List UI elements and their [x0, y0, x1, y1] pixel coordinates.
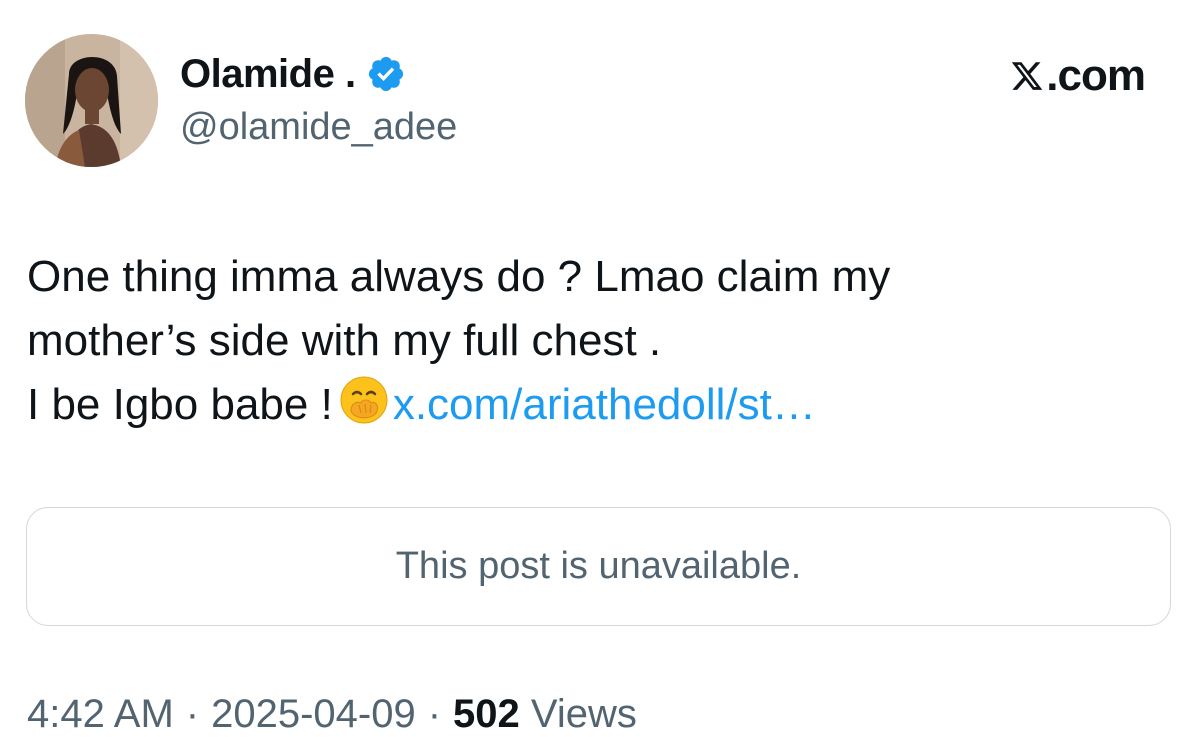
- quoted-post-card[interactable]: This post is unavailable.: [26, 507, 1171, 626]
- post-time[interactable]: 4:42 AM: [27, 692, 174, 736]
- views-count: 502: [453, 692, 520, 736]
- avatar[interactable]: [25, 34, 158, 167]
- tweet-line-text: I be Igbo babe !: [27, 380, 333, 429]
- separator-dot: ·: [185, 692, 200, 736]
- author-handle[interactable]: @olamide_adee: [180, 106, 457, 149]
- x-logo-icon: [1012, 62, 1043, 90]
- separator-dot: ·: [427, 692, 442, 736]
- brand-text: .com: [1046, 51, 1146, 100]
- tweet-header: Olamide . @olamide_adee .com: [0, 0, 1199, 180]
- avatar-photo: [25, 34, 158, 167]
- views-label: Views: [530, 692, 637, 736]
- display-name[interactable]: Olamide .: [180, 52, 356, 97]
- quoted-post-unavailable-text: This post is unavailable.: [395, 545, 802, 587]
- name-row: Olamide .: [180, 50, 406, 98]
- tweet-line: One thing imma always do ? Lmao claim my: [27, 252, 891, 301]
- brand-logo: .com: [1010, 50, 1146, 102]
- verified-badge-icon[interactable]: [366, 54, 406, 94]
- post-date[interactable]: 2025-04-09: [211, 692, 416, 736]
- tweet-line: mother’s side with my full chest .: [27, 316, 662, 365]
- tweet-line-last: I be Igbo babe ! x.com/ariathedoll/st…: [27, 373, 1167, 437]
- tweet-body: One thing imma always do ? Lmao claim my…: [27, 245, 1167, 437]
- tweet-link[interactable]: x.com/ariathedoll/st…: [393, 380, 816, 429]
- face-with-hand-over-mouth-icon: [340, 376, 388, 424]
